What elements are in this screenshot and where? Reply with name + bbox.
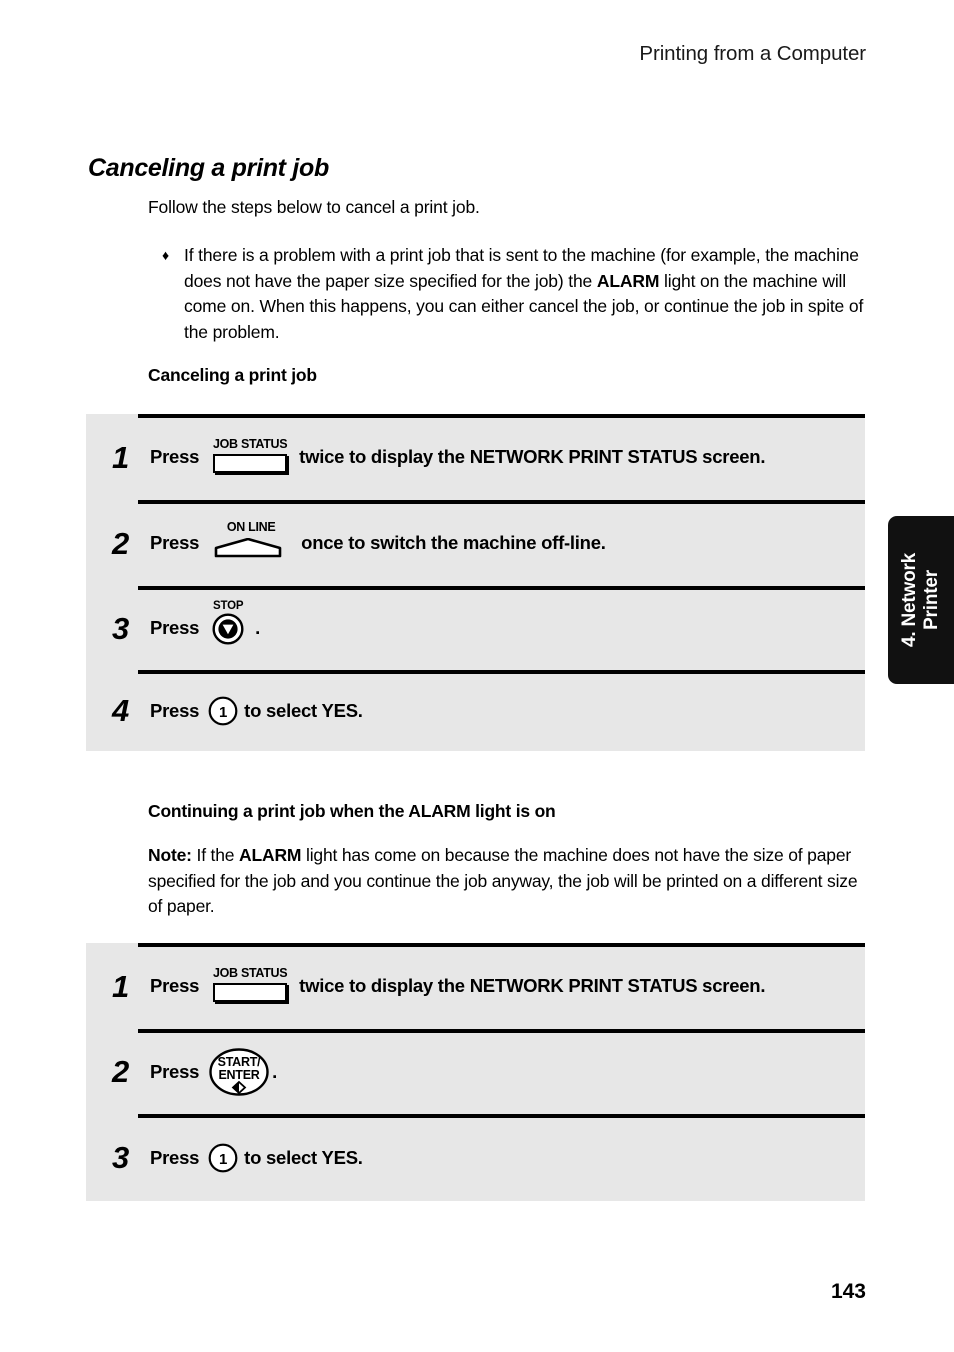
step-instruction: Press 1 to select YES. (150, 696, 363, 726)
circled-one-icon: 1 (208, 1143, 238, 1172)
step-number: 1 (112, 968, 130, 1004)
step-instruction: Press JOB STATUS twice to display the NE… (150, 966, 766, 1003)
step-row: 2 Press ON LINE once to switch the machi… (86, 500, 865, 586)
step-row: 1 Press JOB STATUS twice to display the … (86, 943, 865, 1029)
step-instruction-tail: twice to display the NETWORK PRINT STATU… (299, 446, 766, 467)
circled-one-icon: 1 (208, 696, 238, 725)
step-row: 1 Press JOB STATUS twice to display the … (86, 414, 865, 500)
press-label: Press (150, 532, 200, 553)
step-row: 3 Press 1 to select YES. (86, 1114, 865, 1201)
numeric-key-1-body: 1 (208, 1143, 238, 1173)
job-status-key-body (213, 983, 288, 1002)
step-number: 4 (112, 693, 130, 728)
step-instruction: Press 1 to select YES. (150, 1143, 363, 1173)
step-row: 3 Press STOP . (86, 586, 865, 670)
numeric-key-1-label: 1 (219, 704, 227, 721)
numeric-key-1-icon[interactable]: 1 (208, 1143, 238, 1173)
procedure-one-heading: Canceling a print job (148, 365, 317, 385)
step-instruction-tail: twice to display the NETWORK PRINT STATU… (299, 975, 766, 996)
step-number: 3 (112, 610, 130, 646)
chapter-side-tab-line1: 4. Network (899, 552, 920, 648)
chapter-side-tab-label: 4. Network Printer (899, 553, 943, 647)
running-head: Printing from a Computer (639, 42, 866, 65)
intro-paragraph: Follow the steps below to cancel a print… (148, 197, 480, 217)
numeric-key-1-label: 1 (219, 1151, 227, 1168)
step-divider (138, 414, 865, 418)
step-instruction-tail: to select YES. (244, 1146, 363, 1168)
step-instruction: Press ON LINE once to switch the machine… (150, 521, 606, 561)
job-status-key-icon[interactable]: JOB STATUS (211, 966, 289, 1003)
press-label: Press (150, 1060, 200, 1082)
page-title: Canceling a print job (88, 153, 329, 182)
bullet-paragraph: ♦ If there is a problem with a print job… (162, 243, 868, 345)
trapezoid-shape-icon (214, 537, 282, 558)
chapter-side-tab: 4. Network Printer (888, 516, 954, 684)
job-status-key-icon[interactable]: JOB STATUS (211, 437, 289, 474)
step-divider (138, 943, 865, 947)
job-status-key-label: JOB STATUS (212, 966, 288, 980)
step-instruction-tail: . (255, 617, 261, 638)
step-instruction: Press STOP . (150, 600, 261, 648)
start-enter-label-line1: START/ (218, 1055, 261, 1069)
stop-key-label: STOP (213, 600, 244, 612)
on-line-key-icon[interactable]: ON LINE (211, 521, 291, 561)
bullet-text: If there is a problem with a print job t… (162, 243, 868, 345)
step-instruction-tail: once to switch the machine off-line. (301, 532, 606, 553)
stop-circle-triangle-icon (212, 613, 244, 645)
step-row: 2 Press START/ ENTER . (86, 1029, 865, 1114)
stop-key-icon[interactable]: STOP (210, 600, 248, 648)
step-number: 1 (112, 439, 130, 475)
procedure-one-box: 1 Press JOB STATUS twice to display the … (86, 414, 865, 751)
start-enter-key-icon[interactable]: START/ ENTER (209, 1047, 269, 1096)
start-enter-oval-icon: START/ ENTER (209, 1047, 269, 1096)
note-part1: If the (191, 845, 240, 865)
on-line-key-body (214, 537, 282, 558)
start-enter-label-line2: ENTER (219, 1068, 260, 1082)
procedure-two-box: 1 Press JOB STATUS twice to display the … (86, 943, 865, 1201)
bullet-emphasis-alarm: ALARM (596, 270, 660, 291)
step-divider (138, 1114, 865, 1118)
note-paragraph: Note: If the ALARM light has come on bec… (148, 843, 862, 920)
press-label: Press (150, 617, 200, 638)
note-emphasis-alarm: ALARM (239, 845, 302, 865)
page-number: 143 (830, 1280, 866, 1303)
job-status-key-label: JOB STATUS (212, 437, 288, 451)
step-number: 2 (112, 525, 130, 561)
press-label: Press (150, 1146, 200, 1168)
job-status-key-body (213, 454, 288, 473)
step-instruction: Press START/ ENTER . (150, 1047, 278, 1096)
step-instruction-tail: to select YES. (244, 699, 363, 721)
step-divider (138, 586, 865, 590)
on-line-key-label: ON LINE (226, 520, 276, 534)
press-label: Press (150, 446, 200, 467)
step-number: 3 (112, 1140, 130, 1175)
step-row: 4 Press 1 to select YES. (86, 670, 865, 751)
step-instruction: Press JOB STATUS twice to display the NE… (150, 437, 766, 474)
step-divider (138, 500, 865, 504)
stop-key-body (212, 613, 244, 645)
press-label: Press (150, 699, 200, 721)
start-enter-key-body: START/ ENTER (209, 1047, 269, 1096)
diamond-bullet-icon: ♦ (162, 247, 169, 263)
step-instruction-tail: . (272, 1060, 278, 1082)
numeric-key-1-icon[interactable]: 1 (208, 696, 238, 726)
numeric-key-1-body: 1 (208, 696, 238, 726)
press-label: Press (150, 975, 200, 996)
step-number: 2 (112, 1054, 130, 1089)
note-label: Note: (148, 845, 192, 865)
step-divider (138, 1029, 865, 1033)
procedure-two-heading: Continuing a print job when the ALARM li… (148, 801, 556, 821)
step-divider (138, 670, 865, 674)
chapter-side-tab-line2: Printer (921, 570, 942, 630)
